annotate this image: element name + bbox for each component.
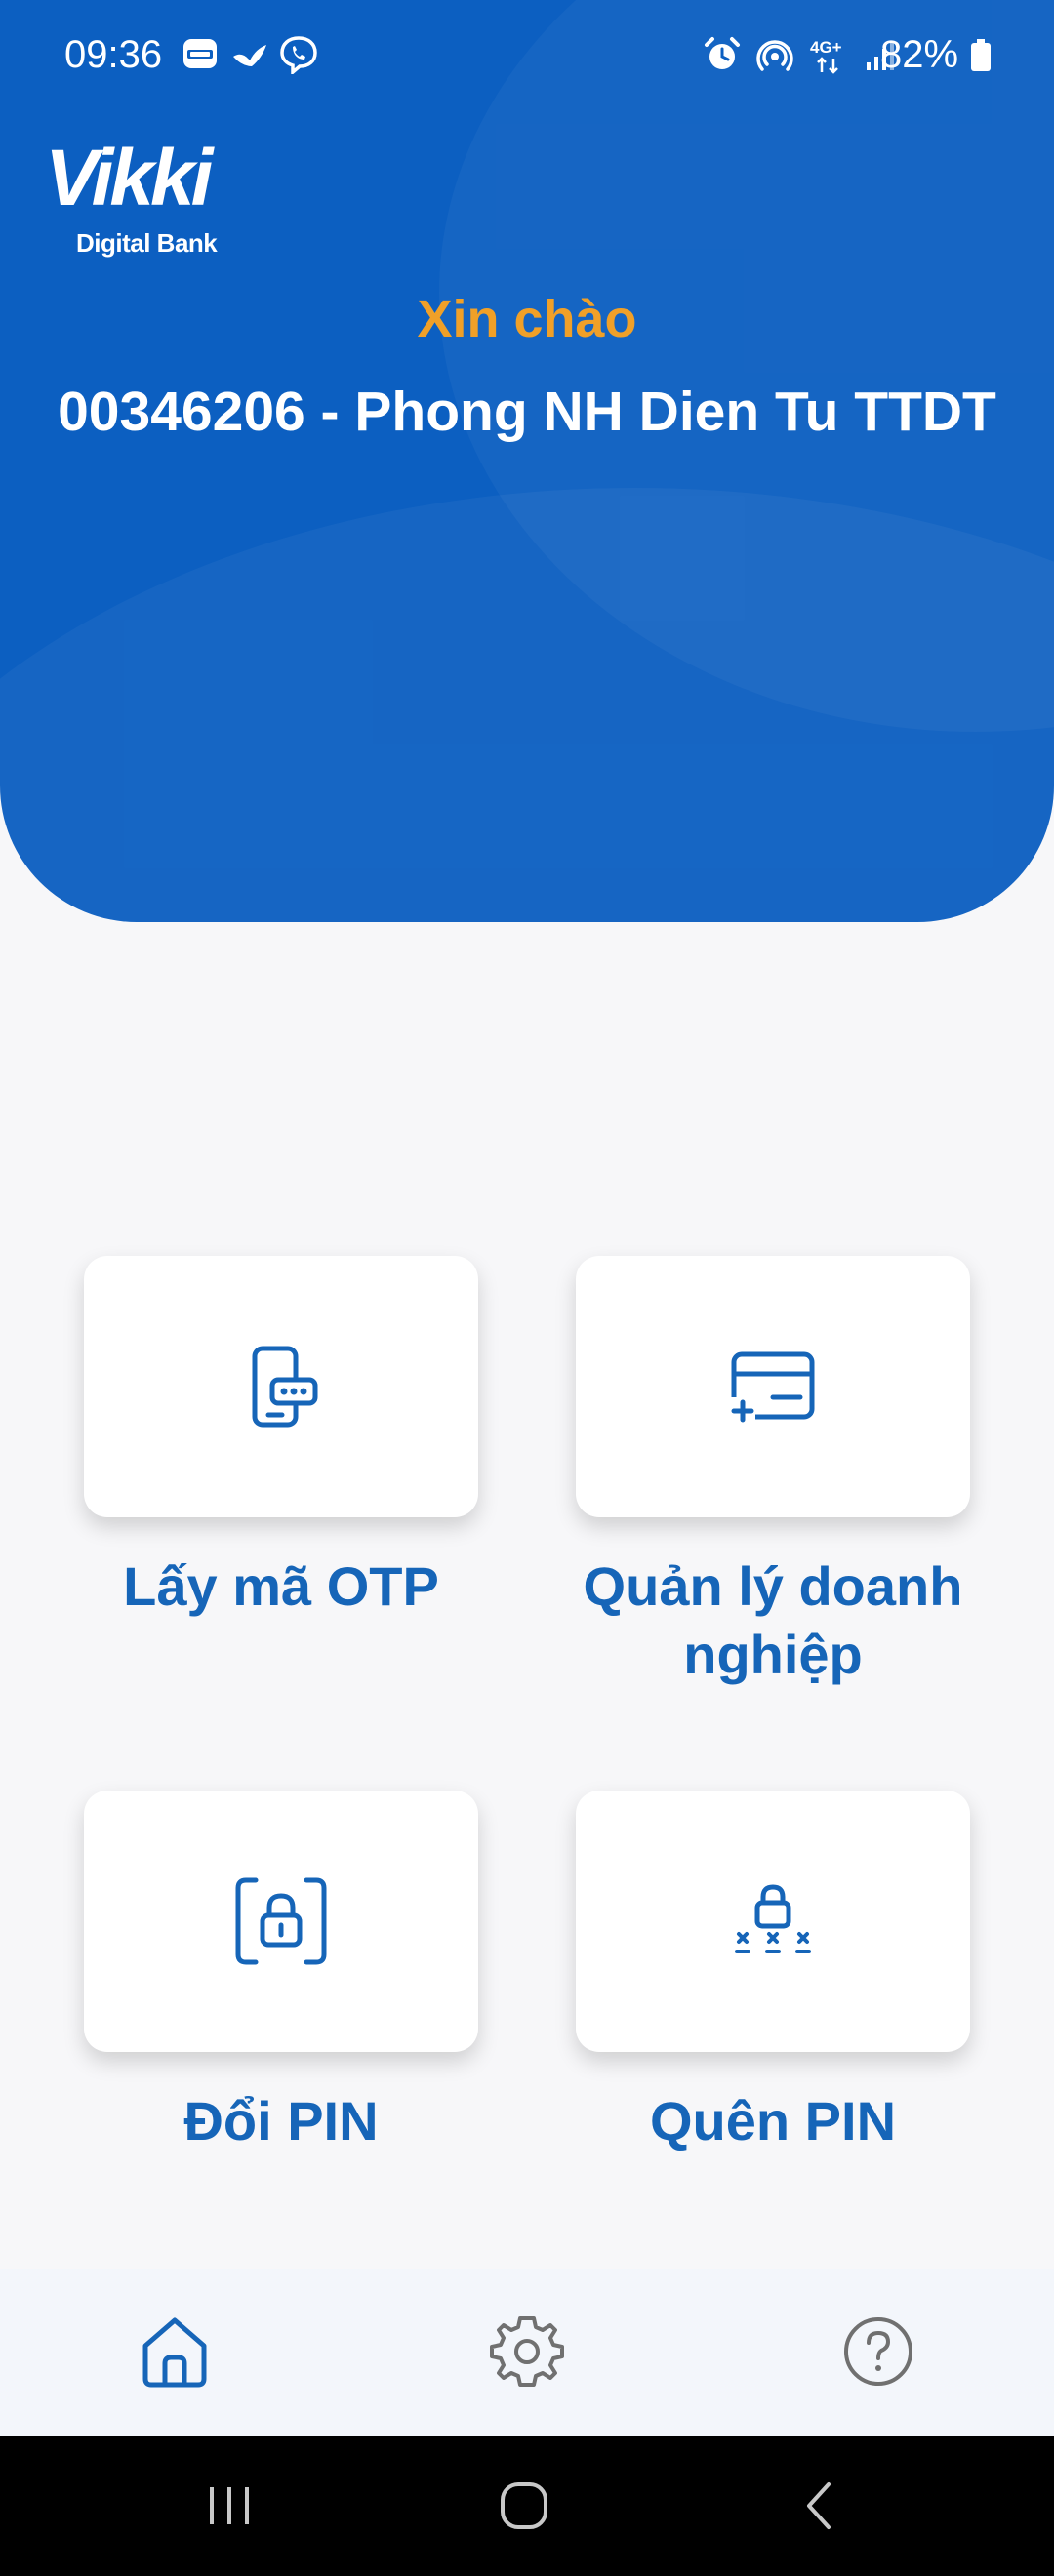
status-bar: 09:36 4G+ 82% (0, 0, 1054, 112)
hotspot-icon (756, 40, 793, 71)
gear-icon (490, 2316, 564, 2387)
system-navigation-bar (0, 2436, 1054, 2576)
system-status-icons: 4G+ (703, 35, 900, 74)
forgot-pin-label[interactable]: Quên PIN (548, 2087, 997, 2155)
phone-otp-icon (252, 1346, 318, 1428)
change-pin-tile[interactable] (84, 1791, 478, 2052)
otp-label[interactable]: Lấy mã OTP (57, 1552, 506, 1621)
bottom-navigation (0, 2269, 1054, 2436)
business-management-label[interactable]: Quản lý doanh nghiệp (548, 1552, 997, 1689)
card-add-icon (726, 1351, 815, 1427)
messenger-bird-icon (233, 45, 266, 66)
status-time: 09:36 (64, 33, 163, 76)
forgot-pin-tile[interactable] (576, 1791, 970, 2052)
battery-percent: 82% (880, 33, 959, 76)
recent-apps-button[interactable] (195, 2472, 264, 2540)
nav-help-button[interactable] (834, 2308, 922, 2395)
recent-apps-icon (210, 2487, 249, 2524)
nav-settings-button[interactable] (483, 2308, 571, 2395)
lock-asterisks-icon (735, 1884, 811, 1953)
back-button[interactable] (785, 2472, 853, 2540)
help-icon (844, 2317, 912, 2386)
nav-home-button[interactable] (131, 2308, 219, 2395)
battery-icon (971, 39, 991, 71)
network-4g-icon: 4G+ (810, 38, 842, 74)
zalo-icon (183, 39, 217, 68)
home-icon (142, 2317, 207, 2388)
home-circle-icon (501, 2482, 547, 2529)
system-home-button[interactable] (490, 2472, 558, 2540)
viber-icon (280, 36, 317, 74)
svg-text:4G+: 4G+ (810, 38, 842, 57)
greeting-text: Xin chào (417, 290, 637, 348)
notification-icons (182, 35, 318, 74)
change-pin-label[interactable]: Đổi PIN (57, 2087, 506, 2155)
alarm-icon (705, 37, 740, 69)
vikki-logo: Vikki Digital Bank (45, 135, 230, 262)
otp-tile[interactable] (84, 1256, 478, 1517)
business-management-tile[interactable] (576, 1256, 970, 1517)
account-name: 00346206 - Phong NH Dien Tu TTDT (58, 381, 996, 443)
lock-frame-icon (235, 1877, 327, 1965)
logo-subtext: Digital Bank (76, 228, 218, 258)
back-icon (807, 2482, 831, 2529)
logo-text: Vikki (45, 134, 213, 222)
